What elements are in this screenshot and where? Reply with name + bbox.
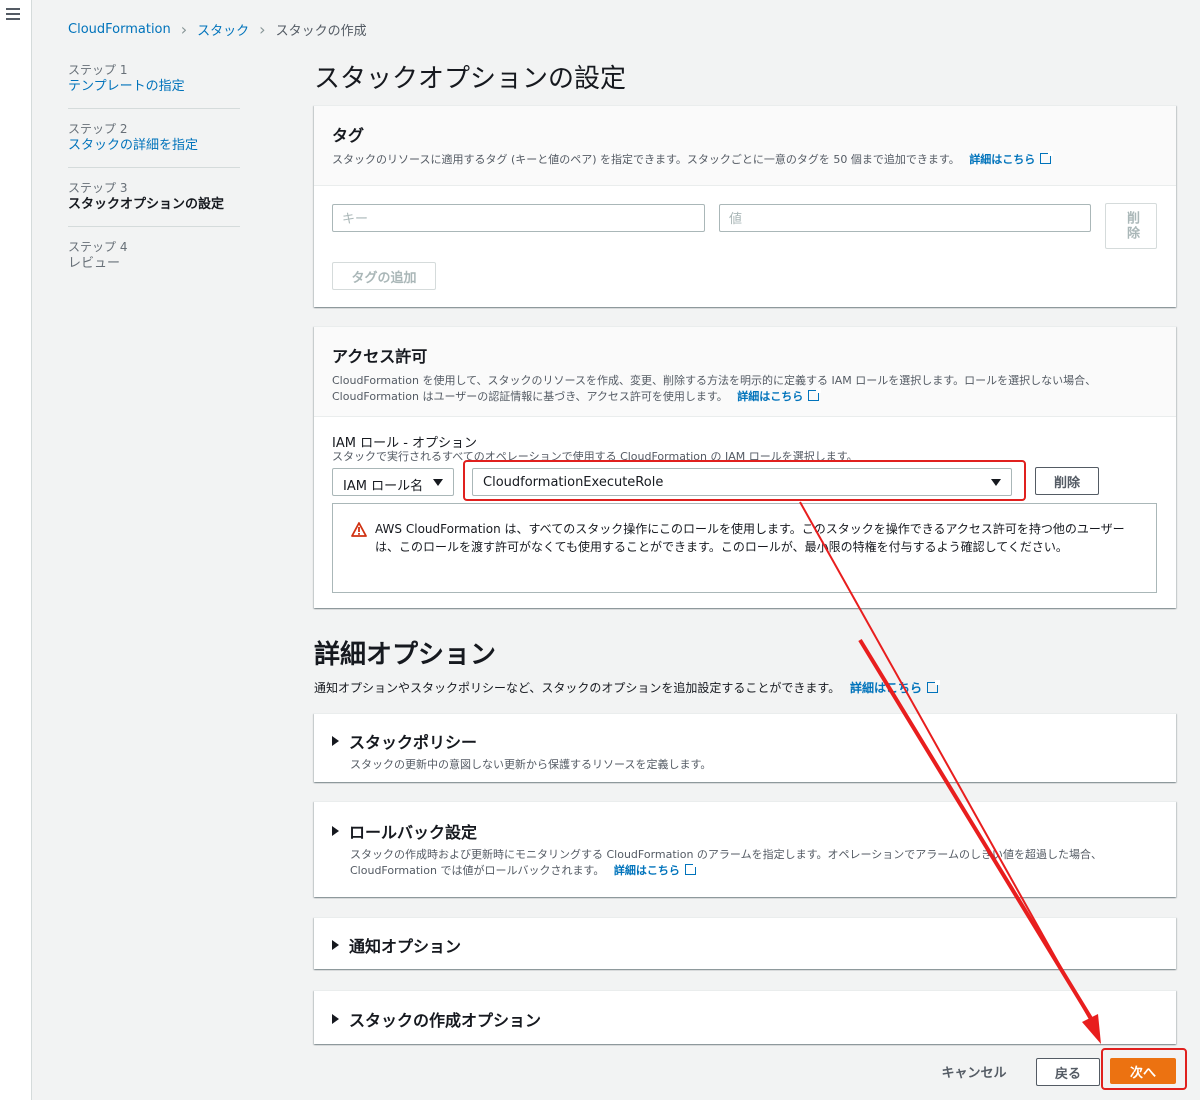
chevron-right-icon: › [259,20,266,39]
notification-section: 通知オプション [314,917,1176,969]
breadcrumb-stacks[interactable]: スタック [197,20,249,39]
permissions-panel: アクセス許可 CloudFormation を使用して、スタックのリソースを作成… [314,326,1176,608]
warning-text: AWS CloudFormation は、すべてのスタック操作にこのロールを使用… [375,522,1125,554]
tags-title: タグ [332,126,365,145]
external-link-icon [927,680,941,693]
creation-options-toggle[interactable]: スタックの作成オプション [332,1007,1158,1031]
tag-key-input[interactable] [332,204,705,232]
iam-role-description: スタックで実行されるすべてのオペレーションで使用する CloudFormatio… [332,450,858,463]
wizard-steps: ステップ 1 テンプレートの指定 ステップ 2 スタックの詳細を指定 ステップ … [68,62,240,297]
notification-toggle[interactable]: 通知オプション [332,933,1158,957]
iam-role-name-select[interactable]: CloudformationExecuteRole [472,468,1012,496]
step-1: ステップ 1 テンプレートの指定 [68,62,240,109]
rollback-title: ロールバック設定 [349,823,478,842]
tag-remove-label: 削除 [1124,211,1139,241]
stack-policy-section: スタックポリシー スタックの更新中の意図しない更新から保護するリソースを定義しま… [314,713,1176,782]
rollback-desc-line1: スタックの作成時および更新時にモニタリングする CloudFormation の… [350,848,1102,861]
step-3: ステップ 3 スタックオプションの設定 [68,180,240,227]
tags-panel: タグ スタックのリソースに適用するタグ (キーと値のペア) を指定できます。スタ… [314,105,1176,307]
caret-right-icon [332,1014,339,1024]
warning-icon [351,522,367,537]
step-number: ステップ 3 [68,181,128,195]
rollback-learn-more-link[interactable]: 詳細はこちら [614,864,680,877]
step-link-details[interactable]: スタックの詳細を指定 [68,137,240,155]
step-4: ステップ 4 レビュー [68,239,240,285]
step-number: ステップ 2 [68,122,128,136]
cancel-button[interactable]: キャンセル [930,1058,1018,1084]
permissions-panel-header: アクセス許可 CloudFormation を使用して、スタックのリソースを作成… [314,327,1176,417]
next-label: 次へ [1129,1065,1156,1081]
iam-role-remove-button[interactable]: 削除 [1035,467,1099,495]
iam-role-type-select[interactable]: IAM ロール名 [332,468,454,496]
page-title: スタックオプションの設定 [314,64,627,94]
step-current-options: スタックオプションの設定 [68,197,225,212]
step-link-template[interactable]: テンプレートの指定 [68,78,240,96]
rollback-section: ロールバック設定 スタックの作成時および更新時にモニタリングする CloudFo… [314,801,1176,897]
step-number: ステップ 1 [68,63,128,77]
back-button[interactable]: 戻る [1036,1058,1100,1086]
caret-right-icon [332,826,339,836]
iam-role-type-value: IAM ロール名 [343,479,424,494]
tag-remove-button[interactable]: 削除 [1105,203,1157,249]
add-tag-label: タグの追加 [351,270,417,286]
step-2: ステップ 2 スタックの詳細を指定 [68,121,240,168]
caret-right-icon [332,736,339,746]
caret-down-icon [991,479,1001,486]
breadcrumb: CloudFormation › スタック › スタックの作成 [68,20,367,40]
permissions-description: CloudFormation を使用して、スタックのリソースを作成、変更、削除す… [332,373,1158,405]
back-label: 戻る [1054,1066,1081,1082]
creation-options-section: スタックの作成オプション [314,990,1176,1044]
external-link-icon [684,862,698,875]
tags-panel-header: タグ スタックのリソースに適用するタグ (キーと値のペア) を指定できます。スタ… [314,106,1176,186]
breadcrumb-current: スタックの作成 [275,24,367,39]
permissions-desc-line2: CloudFormation はユーザーの認証情報に基づき、アクセス許可を使用し… [332,390,728,403]
left-nav-bar [0,0,32,1100]
rollback-desc-line2: CloudFormation では値がロールバックされます。 [350,864,605,877]
chevron-right-icon: › [180,20,188,39]
external-link-icon [808,388,822,401]
rollback-desc-line2-wrap: CloudFormation では値がロールバックされます。 詳細はこちら [350,862,1158,879]
iam-role-remove-label: 削除 [1053,475,1080,491]
iam-role-warning: AWS CloudFormation は、すべてのスタック操作にこのロールを使用… [332,503,1157,593]
breadcrumb-cloudformation[interactable]: CloudFormation [68,22,171,37]
add-tag-button[interactable]: タグの追加 [332,262,436,290]
external-link-icon [1040,151,1054,164]
advanced-options-title: 詳細オプション [314,640,497,670]
permissions-learn-more-link[interactable]: 詳細はこちら [737,390,803,403]
tags-description: スタックのリソースに適用するタグ (キーと値のペア) を指定できます。スタックご… [332,151,1158,168]
permissions-title: アクセス許可 [332,347,428,366]
permissions-desc-line1: CloudFormation を使用して、スタックのリソースを作成、変更、削除す… [332,374,1097,387]
advanced-learn-more-link[interactable]: 詳細はこちら [850,681,922,695]
caret-down-icon [433,479,443,486]
menu-icon[interactable] [6,8,20,20]
stack-policy-title: スタックポリシー [349,733,478,752]
tags-learn-more-link[interactable]: 詳細はこちら [969,153,1035,166]
caret-right-icon [332,940,339,950]
advanced-desc-text: 通知オプションやスタックポリシーなど、スタックのオプションを追加設定することがで… [314,681,841,695]
next-button[interactable]: 次へ [1110,1058,1176,1084]
tag-value-input[interactable] [719,204,1091,232]
advanced-options-description: 通知オプションやスタックポリシーなど、スタックのオプションを追加設定することがで… [314,679,941,696]
stack-policy-description: スタックの更新中の意図しない更新から保護するリソースを定義します。 [350,758,712,771]
rollback-description: スタックの作成時および更新時にモニタリングする CloudFormation の… [350,847,1158,879]
notification-title: 通知オプション [349,937,462,956]
creation-options-title: スタックの作成オプション [349,1011,542,1030]
iam-role-name-value: CloudformationExecuteRole [483,475,664,490]
rollback-toggle[interactable]: ロールバック設定 [332,819,1158,843]
stack-policy-toggle[interactable]: スタックポリシー [332,729,1158,753]
tags-desc-text: スタックのリソースに適用するタグ (キーと値のペア) を指定できます。スタックご… [332,153,960,166]
step-review: レビュー [68,256,121,271]
permissions-desc-line2-wrap: CloudFormation はユーザーの認証情報に基づき、アクセス許可を使用し… [332,388,1158,405]
step-number: ステップ 4 [68,240,128,254]
